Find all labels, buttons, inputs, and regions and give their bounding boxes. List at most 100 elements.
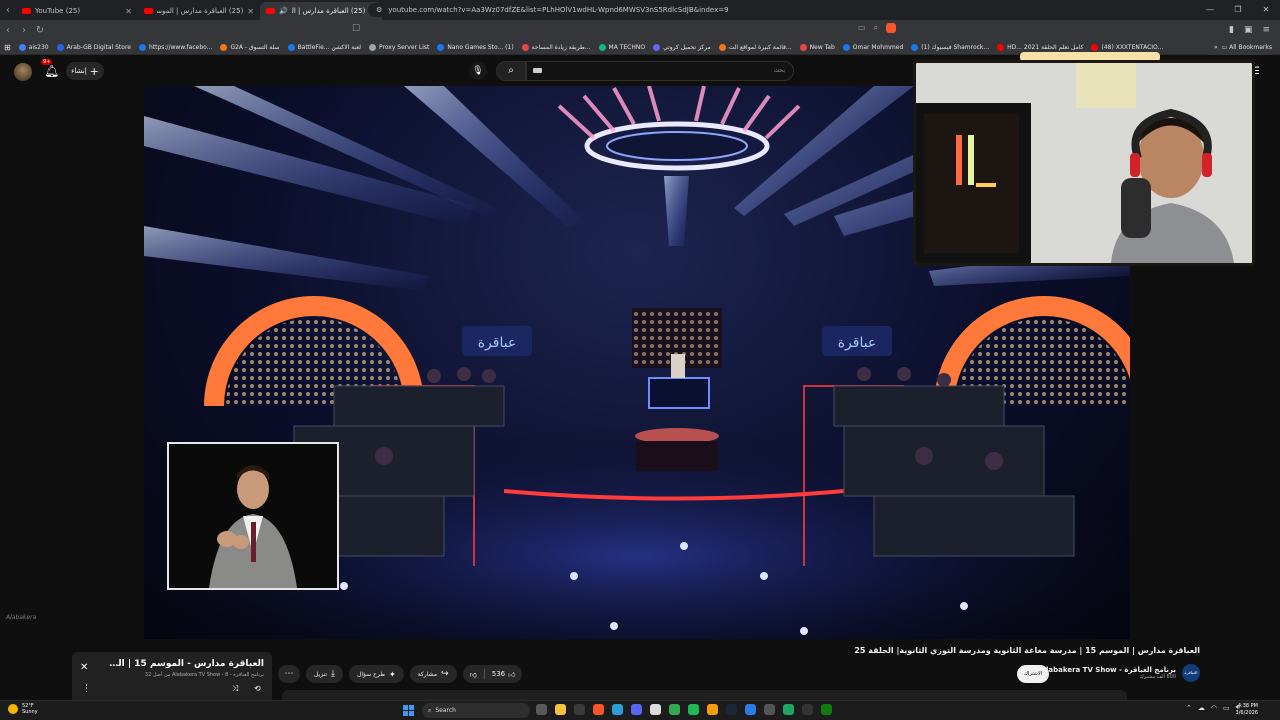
- bookmark-item[interactable]: Proxy Server List: [368, 43, 429, 51]
- bookmark-item[interactable]: https://www.facebo...: [138, 43, 212, 51]
- search-icon: ⌕: [428, 706, 432, 714]
- share-button[interactable]: مشاركة ↪: [409, 665, 457, 683]
- playlist-title[interactable]: العباقرة مدارس - الموسم 15 | الحلقة...: [104, 659, 264, 669]
- store-app-icon[interactable]: [574, 704, 585, 715]
- bookmark-item[interactable]: مركز تحميل كروتي: [653, 43, 711, 51]
- xbox-app-icon[interactable]: [821, 704, 832, 715]
- more-actions-button[interactable]: ⋯: [278, 665, 300, 683]
- address-bar[interactable]: ⚙ youtube.com/watch?v=Aa3Wz07dfZE&list=P…: [368, 3, 908, 17]
- windows-taskbar: 52°F Sunny ⌕ Search ⌃ ☁ ◠ ▭ 🔊︎ 4:38 PM 3…: [0, 700, 1280, 720]
- bookmark-item[interactable]: طريقة زيادة المساحة...: [521, 43, 591, 51]
- zoom-icon[interactable]: ⌕: [874, 23, 878, 33]
- forward-icon[interactable]: ›: [16, 25, 32, 36]
- microphone-icon[interactable]: 🎙︎: [469, 62, 487, 80]
- clock[interactable]: 4:38 PM 3/6/2026: [1236, 703, 1258, 717]
- wifi-icon[interactable]: ◠: [1211, 704, 1217, 712]
- bookmark-item[interactable]: Arab-GB Digital Store: [56, 43, 131, 51]
- obs-app-icon[interactable]: [802, 704, 813, 715]
- bell-icon[interactable]: 🔔︎: [44, 64, 59, 78]
- ask-button[interactable]: طرح سؤال ✦: [349, 665, 404, 683]
- all-bookmarks-button[interactable]: » ▭ All Bookmarks: [1208, 40, 1272, 55]
- bookmark-page-icon[interactable]: ☐: [352, 24, 360, 34]
- brave-browser-icon[interactable]: [593, 704, 604, 715]
- more-vertical-icon[interactable]: ⋮: [82, 684, 91, 694]
- omnibox-actions: ▭ ⌕: [858, 23, 897, 33]
- sidebar-toggle-icon[interactable]: ▮: [1229, 25, 1234, 35]
- bookmark-item[interactable]: New Tab: [799, 43, 835, 51]
- bookmark-item[interactable]: ais230: [18, 43, 49, 51]
- minimize-icon[interactable]: —: [1196, 0, 1224, 20]
- weather-widget[interactable]: 52°F Sunny: [8, 703, 38, 715]
- steam-app-icon[interactable]: [726, 704, 737, 715]
- brave-shield-icon[interactable]: [886, 23, 897, 33]
- bookmark-item[interactable]: (48) XXXTENTACIO...: [1091, 43, 1163, 51]
- media-player-icon[interactable]: [764, 704, 775, 715]
- tab-episode-active[interactable]: 🔊 (25) العباقرة مدارس | الموسم... ✕: [260, 2, 382, 20]
- streamer-webcam: [913, 60, 1255, 266]
- download-button[interactable]: تنزيل ⤓: [306, 665, 343, 683]
- create-label: إنشاء: [71, 67, 87, 75]
- tab-youtube-home[interactable]: (25) YouTube ✕: [16, 2, 138, 20]
- close-icon[interactable]: ✕: [80, 662, 88, 673]
- install-app-icon[interactable]: ▭: [858, 23, 866, 33]
- app-icon[interactable]: [650, 704, 661, 715]
- app-icon[interactable]: [745, 704, 756, 715]
- wallet-icon[interactable]: ▣: [1244, 25, 1253, 35]
- bookmark-item[interactable]: (1) فيسبوك Shamrock...: [911, 43, 989, 51]
- site-info-icon[interactable]: ⚙: [376, 6, 382, 14]
- description-box[interactable]: [282, 690, 1127, 700]
- back-icon[interactable]: ‹: [0, 25, 16, 36]
- youtube-favicon-icon: [22, 8, 31, 14]
- bookmark-item[interactable]: MA TECHNO: [598, 43, 645, 51]
- windows-start-icon[interactable]: [403, 705, 414, 716]
- share-label: مشاركة: [417, 670, 438, 678]
- dislike-button[interactable]: 👎︎: [463, 670, 484, 679]
- file-explorer-icon[interactable]: [555, 704, 566, 715]
- ask-label: طرح سؤال: [357, 670, 386, 678]
- like-button[interactable]: 536 👍︎: [485, 670, 523, 679]
- channel-logo[interactable]: العباقرة: [1182, 664, 1200, 682]
- avatar[interactable]: [14, 63, 32, 81]
- widgets-app-icon[interactable]: [536, 704, 547, 715]
- apps-grid-icon[interactable]: ⊞: [4, 43, 11, 52]
- close-window-icon[interactable]: ✕: [1252, 0, 1280, 20]
- channel-name[interactable]: برنامج العباقرة - Alabakera TV Show: [1041, 666, 1176, 674]
- keyboard-icon[interactable]: [533, 68, 542, 73]
- search-icon[interactable]: ⌕: [496, 61, 526, 81]
- discord-app-icon[interactable]: [631, 704, 642, 715]
- tab-episode-1[interactable]: (25) العباقرة مدارس | الموسم 15 | مدا...…: [138, 2, 260, 20]
- like-dislike-group: 👎︎ 536 👍︎: [462, 665, 523, 683]
- cloud-tray-icon[interactable]: ☁: [1198, 704, 1205, 712]
- bookmark-item[interactable]: Nano Games Sto... (1): [437, 43, 514, 51]
- shuffle-icon[interactable]: ⤨: [232, 684, 238, 694]
- bookmark-item[interactable]: G2A - سلة التسوق: [220, 43, 280, 51]
- loop-icon[interactable]: ⟲: [254, 684, 261, 693]
- taskbar-search[interactable]: ⌕ Search: [422, 703, 530, 718]
- audio-playing-icon[interactable]: 🔊: [279, 7, 288, 15]
- share-icon: ↪: [441, 669, 449, 679]
- spotify-app-icon[interactable]: [688, 704, 699, 715]
- maximize-icon[interactable]: ❐: [1224, 0, 1252, 20]
- bookmark-item[interactable]: قائمة كبيرة لمواقع الت...: [718, 43, 792, 51]
- bookmark-item[interactable]: Omar Mohmmed: [842, 43, 903, 51]
- channel-row: برنامج العباقرة - Alabakera TV Show 600 …: [1041, 664, 1200, 682]
- bookmark-item[interactable]: HD... كامل تعلم الحلقة 2021: [997, 43, 1083, 51]
- channel-watermark: Alabakera: [6, 614, 37, 621]
- tab-close-icon[interactable]: ✕: [247, 7, 254, 16]
- window-controls: — ❐ ✕: [1196, 0, 1280, 20]
- url-text: youtube.com/watch?v=Aa3Wz07dfZE&list=PLh…: [388, 6, 729, 14]
- subscribe-button[interactable]: الاشتراك: [1017, 665, 1049, 683]
- reload-icon[interactable]: ↻: [32, 25, 48, 36]
- create-button[interactable]: إنشاء +: [66, 62, 104, 80]
- tab-scroll-left-icon[interactable]: ‹: [0, 5, 16, 16]
- app-icon[interactable]: [783, 704, 794, 715]
- cloud-app-icon[interactable]: [707, 704, 718, 715]
- edge-browser-icon[interactable]: [612, 704, 623, 715]
- bookmark-item[interactable]: BattleFie... لعبة الاكشن: [287, 43, 361, 51]
- tab-close-icon[interactable]: ✕: [125, 7, 132, 16]
- chevron-up-icon[interactable]: ⌃: [1186, 704, 1192, 712]
- chrome-app-icon[interactable]: [669, 704, 680, 715]
- display-icon[interactable]: ▭: [1223, 704, 1230, 712]
- menu-dots-icon[interactable]: ≡: [1262, 25, 1270, 35]
- search-input[interactable]: بحث: [526, 61, 794, 81]
